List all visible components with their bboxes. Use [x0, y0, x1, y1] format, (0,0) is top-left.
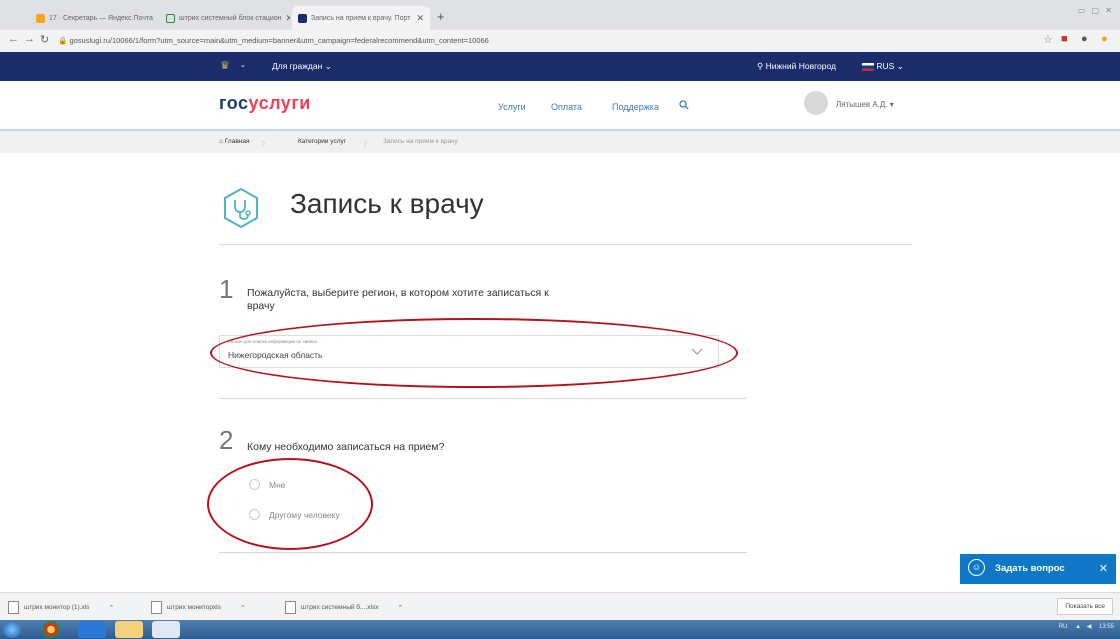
step-number: 2 — [219, 425, 234, 455]
page-title: Запись к врачу — [290, 188, 484, 219]
tab-title: 17 · Секретарь — Яндекс.Почта — [49, 14, 153, 22]
reload-icon[interactable]: ↻ — [40, 33, 49, 46]
menu-payment[interactable]: Оплата — [551, 102, 582, 112]
window-controls[interactable]: ▭ ▢ ✕ — [1078, 6, 1114, 15]
browser-tab-active[interactable]: Запись на прием к врачу. Порт ✕ — [292, 6, 430, 30]
chevron-down-icon: ⌄ — [324, 61, 332, 71]
audience-menu[interactable]: Для граждан ⌄ — [272, 61, 332, 72]
chevron-up-icon[interactable]: ⌃ — [108, 604, 114, 612]
url-field[interactable]: 🔒 gosuslugi.ru/10066/1/form?utm_source=m… — [58, 33, 938, 49]
back-arrow-icon[interactable]: ← — [8, 33, 19, 45]
menu-support[interactable]: Поддержка — [612, 102, 659, 112]
download-item[interactable]: штрих мониторxls ⌃ — [151, 601, 246, 614]
step2-question: Кому необходимо записаться на прием? — [247, 441, 445, 453]
search-icon[interactable] — [679, 100, 689, 112]
stethoscope-icon — [219, 186, 263, 230]
taskbar: RU ▲ ◀ 13:55 — [0, 620, 1120, 639]
divider — [219, 244, 911, 245]
excel-file-icon — [285, 601, 296, 614]
location-selector[interactable]: ⚲ Нижний Новгород — [757, 61, 836, 72]
breadcrumb-current: Запись на прием к врачу — [383, 138, 458, 145]
forward-arrow-icon[interactable]: → — [24, 33, 35, 45]
avatar[interactable] — [804, 91, 828, 115]
excel-file-icon — [151, 601, 162, 614]
folder-icon[interactable] — [115, 621, 143, 638]
mail-favicon-icon — [36, 13, 45, 23]
start-button[interactable] — [3, 621, 21, 638]
breadcrumb-home[interactable]: ⌂ Главная — [219, 138, 250, 145]
radio-button[interactable] — [249, 479, 260, 490]
downloads-bar: штрих монитор (1).xls ⌃ штрих мониторxls… — [0, 592, 1120, 621]
show-all-button[interactable]: Показать все — [1057, 598, 1113, 615]
radio-option-other-person[interactable]: Другому человеку — [249, 509, 340, 520]
language-indicator[interactable]: RU — [1059, 624, 1068, 630]
home-icon: ⌂ — [219, 138, 223, 145]
browser-tab[interactable]: штрих системный блок стацион ✕ — [160, 6, 290, 30]
site-topbar: ♛ ⌄ Для граждан ⌄ ⚲ Нижний Новгород RUS … — [0, 52, 1120, 81]
gosuslugi-favicon-icon — [298, 13, 307, 23]
select-label: Регион для поиска информации по записи — [228, 339, 317, 344]
ask-question-label: Задать вопрос — [995, 563, 1065, 574]
close-tab-icon[interactable]: ✕ — [286, 13, 290, 24]
annotation-ellipse — [207, 458, 373, 550]
volume-icon[interactable]: ◀ — [1087, 624, 1092, 630]
extension-icon[interactable]: ■ — [1061, 33, 1068, 45]
star-icon[interactable]: ☆ — [1043, 33, 1053, 46]
menu-services[interactable]: Услуги — [498, 102, 526, 112]
radio-button[interactable] — [249, 509, 260, 520]
close-tab-icon[interactable]: ✕ — [157, 13, 158, 24]
chevron-down-icon: ⌄ — [896, 61, 904, 71]
caret-down-icon: ▾ — [889, 100, 894, 109]
close-icon[interactable]: ✕ — [1099, 562, 1108, 575]
user-menu[interactable]: Лятышев А.Д. ▾ — [836, 100, 894, 109]
menu-icon[interactable]: ● — [1101, 33, 1108, 45]
radio-option-me[interactable]: Мне — [249, 479, 286, 490]
system-tray: RU ▲ ◀ 13:55 — [1059, 623, 1114, 630]
chevron-down-icon[interactable]: ⌄ — [240, 61, 246, 69]
search-favicon-icon — [166, 13, 175, 23]
breadcrumb-categories[interactable]: Категории услуг — [298, 138, 346, 145]
region-select[interactable]: Регион для поиска информации по записи Н… — [219, 335, 719, 368]
chevron-up-icon[interactable]: ⌃ — [240, 604, 246, 612]
browser-tab-strip: 17 · Секретарь — Яндекс.Почта ✕ штрих си… — [0, 0, 1120, 30]
ask-question-widget[interactable]: ☺ Задать вопрос ✕ — [960, 554, 1116, 584]
paint-icon[interactable] — [152, 621, 180, 638]
tab-title: Запись на прием к врачу. Порт — [311, 14, 411, 22]
browser-tab[interactable]: 17 · Секретарь — Яндекс.Почта ✕ — [30, 6, 158, 30]
address-bar: ← → ↻ 🔒 gosuslugi.ru/10066/1/form?utm_so… — [0, 30, 1120, 53]
site-header: госуслуги Услуги Оплата Поддержка Лятыше… — [0, 81, 1120, 131]
breadcrumb-separator-icon: 〉 — [364, 141, 371, 148]
new-tab-button[interactable]: + — [437, 9, 445, 24]
location-pin-icon: ⚲ — [757, 61, 764, 71]
teamviewer-icon[interactable] — [78, 621, 106, 638]
chevron-up-icon[interactable]: ⌃ — [397, 604, 403, 612]
breadcrumb: ⌂ Главная 〉 Категории услуг 〉 Запись на … — [0, 131, 1120, 153]
chrome-icon[interactable] — [42, 621, 60, 638]
clock[interactable]: 13:55 — [1099, 624, 1114, 630]
excel-file-icon — [8, 601, 19, 614]
select-value: Нижегородская область — [228, 350, 323, 360]
account-icon[interactable]: ● — [1081, 33, 1088, 45]
network-icon[interactable]: ▲ — [1075, 624, 1081, 630]
download-item[interactable]: штрих монитор (1).xls ⌃ — [8, 601, 114, 614]
gosuslugi-logo[interactable]: госуслуги — [219, 93, 311, 114]
chevron-down-icon — [691, 348, 703, 355]
russian-flag-icon — [862, 62, 874, 71]
divider — [219, 552, 747, 553]
smiley-chat-icon: ☺ — [968, 559, 985, 576]
step1-question: Пожалуйста, выберите регион, в котором х… — [247, 287, 549, 312]
lock-icon: 🔒 — [58, 36, 68, 45]
breadcrumb-separator-icon: 〉 — [262, 141, 269, 148]
divider — [219, 398, 747, 399]
download-item[interactable]: штрих системный б....xlsx ⌃ — [285, 601, 403, 614]
step-number: 1 — [219, 274, 234, 304]
coat-of-arms-icon: ♛ — [220, 60, 230, 72]
close-tab-icon[interactable]: ✕ — [416, 13, 424, 24]
language-selector[interactable]: RUS ⌄ — [862, 61, 904, 72]
tab-title: штрих системный блок стацион — [179, 14, 282, 22]
